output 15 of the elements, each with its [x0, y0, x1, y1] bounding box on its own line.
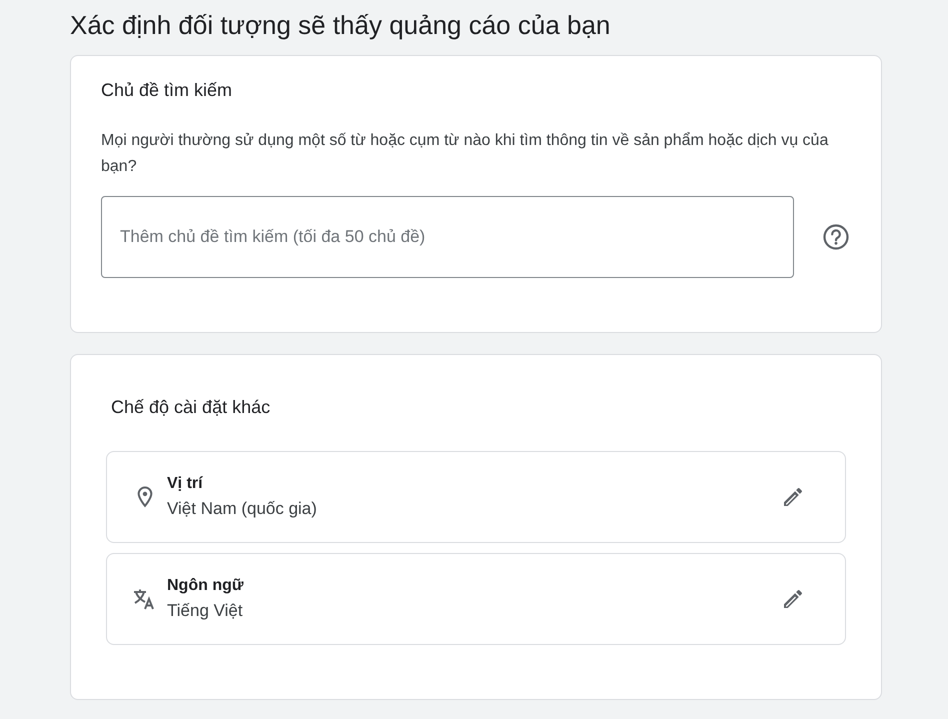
- search-topic-input[interactable]: Thêm chủ đề tìm kiếm (tối đa 50 chủ đề): [101, 196, 794, 278]
- translate-icon: [133, 588, 157, 610]
- description-text: Mọi người thường sử dụng một số từ hoặc cụm từ nào khi tìm thông tin về sản phẩm hoặc dịch vụ của bạn?: [101, 131, 830, 177]
- setting-row[interactable]: Ngôn ngữ Tiếng Việt: [106, 553, 846, 645]
- edit-pencil-icon[interactable]: [781, 587, 805, 611]
- setting-label: Vị trí: [167, 474, 204, 494]
- edit-pencil-icon[interactable]: [781, 485, 805, 509]
- help-icon[interactable]: [822, 223, 850, 251]
- setting-row[interactable]: Vị trí Việt Nam (quốc gia): [106, 451, 846, 543]
- card-title: Chế độ cài đặt khác: [111, 397, 272, 418]
- page-heading: Xác định đối tượng sẽ thấy quảng cáo của bạn: [70, 9, 612, 42]
- setting-label: Ngôn ngữ: [167, 576, 244, 596]
- card-title: Chủ đề tìm kiếm: [101, 80, 234, 101]
- setting-value: Việt Nam (quốc gia): [167, 498, 318, 520]
- setting-value: Tiếng Việt: [167, 600, 244, 622]
